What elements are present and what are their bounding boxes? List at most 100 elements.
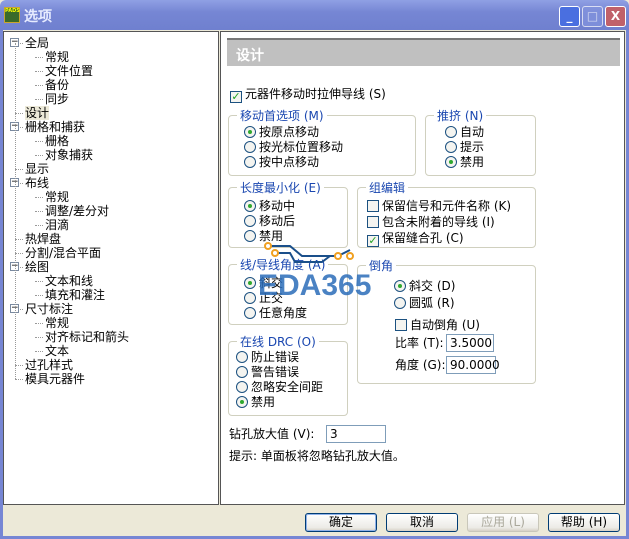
tree-line [35, 141, 43, 142]
tree-item[interactable]: 热焊盘 [25, 232, 61, 246]
chamfer-radio[interactable]: 圆弧 (R) [394, 296, 455, 310]
panel-header: 设计 [227, 38, 620, 66]
tree-item[interactable]: 显示 [25, 162, 49, 176]
radio-icon [445, 156, 457, 168]
group-edit-checkbox[interactable]: 保留信号和元件名称 (K) [367, 199, 511, 213]
title-bar[interactable] [0, 0, 629, 30]
ratio-input[interactable]: 3.5000 [446, 334, 494, 352]
radio-label: 正交 [259, 291, 284, 305]
tree-line [35, 281, 43, 282]
radio-label: 禁用 [251, 395, 276, 409]
drill-oversize-input[interactable]: 3 [326, 425, 386, 443]
group-edit-checkbox[interactable]: ✓ 保留缝合孔 (C) [367, 231, 464, 247]
tree-item[interactable]: 栅格和捕获 [25, 120, 85, 134]
panel-title: 设计 [236, 48, 264, 64]
push-radio[interactable]: 提示 [445, 140, 484, 154]
checkbox-icon [367, 216, 379, 228]
tree-item[interactable]: 同步 [45, 92, 69, 106]
tree-line [15, 169, 23, 170]
tree-item[interactable]: 模具元器件 [25, 372, 85, 386]
tree-item[interactable]: 文本 [45, 344, 69, 358]
tree-line [15, 239, 23, 240]
drc-radio[interactable]: 防止错误 [236, 350, 299, 364]
drc-radio[interactable]: 警告错误 [236, 365, 299, 379]
tree-item[interactable]: 常规 [45, 190, 69, 204]
tree-line [35, 155, 43, 156]
push-radio[interactable]: 自动 [445, 125, 484, 139]
radio-label: 任意角度 [259, 306, 308, 320]
tree-item[interactable]: 尺寸标注 [25, 302, 73, 316]
tree-line [35, 225, 43, 226]
drc-radio[interactable]: 禁用 [236, 395, 275, 409]
radio-icon [236, 351, 248, 363]
ok-button[interactable]: 确定 [305, 513, 377, 532]
group-edit-checkbox[interactable]: 包含未附着的导线 (I) [367, 215, 495, 229]
tree-item[interactable]: 文本和线 [45, 274, 93, 288]
radio-label: 圆弧 (R) [409, 296, 455, 310]
tree-item[interactable]: 栅格 [45, 134, 69, 148]
line-angle-radio[interactable]: 任意角度 [244, 306, 307, 320]
close-button[interactable]: X [605, 6, 626, 27]
tree-item[interactable]: 分割/混合平面 [25, 246, 101, 260]
push-radio[interactable]: 禁用 [445, 155, 484, 169]
window-title: 选项 [24, 9, 52, 25]
tree-item[interactable]: 设计 [25, 106, 50, 120]
checkbox-label: 保留信号和元件名称 (K) [382, 199, 512, 213]
minimize-button[interactable]: _ [559, 6, 580, 27]
group-title: 组编辑 [366, 179, 409, 196]
tree-line [35, 197, 43, 198]
tree-item[interactable]: 全局 [25, 36, 49, 50]
tree-line [35, 57, 43, 58]
help-button[interactable]: 帮助 (H) [548, 513, 620, 532]
maximize-button: □ [582, 6, 603, 27]
radio-label: 禁用 [259, 229, 284, 243]
tree-item[interactable]: 文件位置 [45, 64, 93, 78]
checkbox-icon: ✓ [230, 90, 242, 103]
tree-item[interactable]: 常规 [45, 316, 69, 330]
options-tree[interactable]: 全局 − 常规 文件位置 备份 同步 设计 栅格和捕获 − 栅格 对象捕获 显示 布线 − 常规 调整/差分对… [3, 31, 219, 505]
ratio-label: 比率 (T): [395, 336, 444, 350]
radio-icon [244, 126, 256, 138]
radio-label: 按光标位置移动 [259, 140, 344, 154]
cancel-button[interactable]: 取消 [386, 513, 458, 532]
tree-item[interactable]: 布线 [25, 176, 49, 190]
pads-app-icon: PADS [4, 7, 20, 23]
tree-item[interactable]: 对象捕获 [45, 148, 93, 162]
tree-line [35, 99, 43, 100]
group-title: 移动首选项 (M) [237, 107, 327, 124]
tree-item[interactable]: 调整/差分对 [45, 204, 109, 218]
tree-item[interactable]: 泪滴 [45, 218, 69, 232]
line-angle-radio[interactable]: 正交 [244, 291, 283, 305]
move-pref-radio[interactable]: 按中点移动 [244, 155, 319, 169]
length-min-radio[interactable]: 移动中 [244, 199, 295, 213]
tree-item[interactable]: 填充和灌注 [45, 288, 105, 302]
radio-icon [244, 215, 256, 227]
tree-item[interactable]: 对齐标记和箭头 [45, 330, 129, 344]
stretch-traces-checkbox[interactable]: ✓ 元器件移动时拉伸导线 (S) [230, 87, 386, 103]
auto-chamfer-checkbox[interactable]: 自动倒角 (U) [395, 318, 480, 332]
angle-input[interactable]: 90.0000 [446, 356, 500, 374]
tree-line [35, 211, 43, 212]
move-pref-radio[interactable]: 按原点移动 [244, 125, 319, 139]
group-title: 倒角 [366, 257, 397, 274]
tree-line [35, 323, 43, 324]
line-angle-radio[interactable]: 斜交 [244, 276, 283, 290]
group-title: 长度最小化 (E) [237, 179, 324, 196]
radio-label: 斜交 (D) [409, 279, 456, 293]
checkbox-label: 保留缝合孔 (C) [382, 231, 464, 245]
tree-item[interactable]: 绘图 [25, 260, 49, 274]
tree-line [35, 337, 43, 338]
apply-button: 应用 (L) [467, 513, 539, 532]
tree-item[interactable]: 常规 [45, 50, 69, 64]
length-min-radio[interactable]: 移动后 [244, 214, 295, 228]
checkbox-label: 包含未附着的导线 (I) [382, 215, 495, 229]
length-min-radio[interactable]: 禁用 [244, 229, 283, 243]
radio-icon [244, 307, 256, 319]
drc-radio[interactable]: 忽略安全间距 [236, 380, 323, 394]
radio-icon [244, 292, 256, 304]
move-pref-radio[interactable]: 按光标位置移动 [244, 140, 343, 154]
chamfer-radio[interactable]: 斜交 (D) [394, 279, 455, 293]
tree-item[interactable]: 过孔样式 [25, 358, 73, 372]
checkbox-icon [367, 200, 379, 212]
tree-item[interactable]: 备份 [45, 78, 69, 92]
